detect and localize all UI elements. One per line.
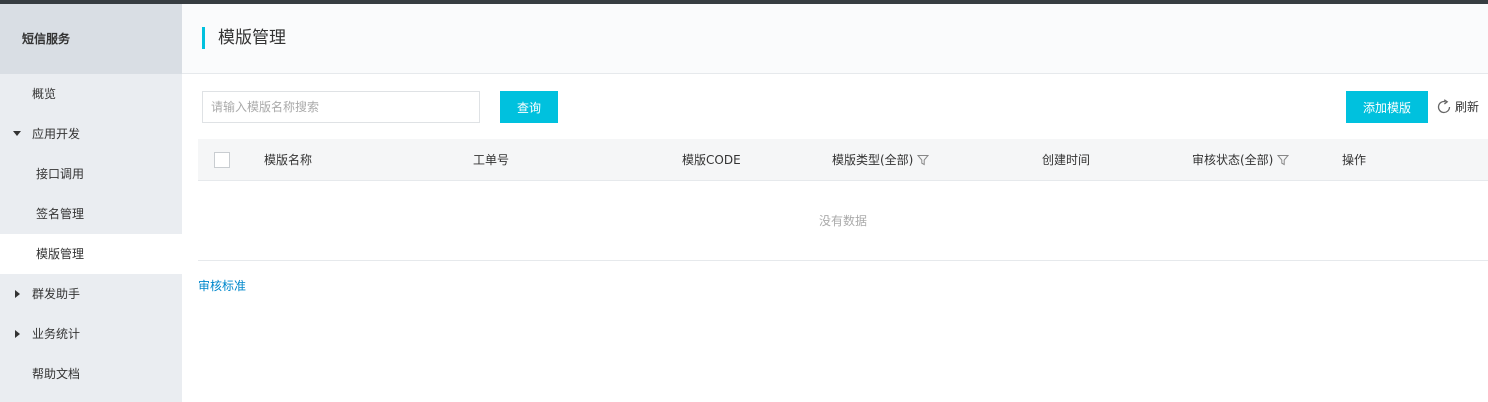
sidebar-item-bulk-send[interactable]: 群发助手 (0, 274, 182, 314)
sidebar-item-template[interactable]: 模版管理 (0, 234, 182, 274)
add-template-button[interactable]: 添加模版 (1346, 91, 1428, 123)
audit-standard-link[interactable]: 审核标准 (198, 277, 246, 294)
sidebar-item-api-call[interactable]: 接口调用 (0, 154, 182, 194)
main-content: 模版管理 查询 添加模版 刷新 模版名称 工单号 模版CODE 模版类型(全部)… (182, 4, 1488, 402)
sidebar-item-label: 概览 (32, 87, 57, 101)
search-input[interactable] (202, 91, 480, 123)
sidebar-item-label: 帮助文档 (32, 367, 81, 381)
sidebar-item-label: 模版管理 (36, 247, 85, 261)
caret-down-icon (13, 114, 23, 154)
column-template-type[interactable]: 模版类型(全部) (832, 139, 930, 181)
filter-icon[interactable] (1277, 154, 1290, 166)
sidebar-item-overview[interactable]: 概览 (0, 74, 182, 114)
caret-right-icon (13, 314, 23, 354)
page-title: 模版管理 (218, 28, 286, 48)
column-ticket-no: 工单号 (473, 153, 510, 167)
column-audit-status[interactable]: 审核状态(全部) (1192, 139, 1290, 181)
refresh-label: 刷新 (1455, 100, 1480, 114)
query-button[interactable]: 查询 (500, 91, 558, 123)
sidebar-item-help-docs[interactable]: 帮助文档 (0, 354, 182, 394)
refresh-icon (1437, 99, 1451, 114)
filter-icon[interactable] (917, 154, 930, 166)
page-header: 模版管理 (182, 4, 1488, 74)
column-template-name: 模版名称 (264, 153, 313, 167)
column-template-code: 模版CODE (682, 153, 741, 167)
sidebar-item-label: 应用开发 (32, 127, 81, 141)
caret-right-icon (13, 274, 23, 314)
sidebar-item-label: 接口调用 (36, 167, 85, 181)
sidebar: 短信服务 概览 应用开发 接口调用 签名管理 模版管理 群发助手 业务统计 帮助… (0, 4, 182, 402)
sidebar-item-app-dev[interactable]: 应用开发 (0, 114, 182, 154)
sidebar-item-label: 群发助手 (32, 287, 81, 301)
sidebar-item-label: 签名管理 (36, 207, 85, 221)
empty-state: 没有数据 (198, 181, 1488, 261)
title-accent-bar (202, 27, 205, 49)
refresh-button[interactable]: 刷新 (1436, 96, 1479, 118)
sidebar-item-statistics[interactable]: 业务统计 (0, 314, 182, 354)
sidebar-title: 短信服务 (0, 4, 182, 74)
column-created-time: 创建时间 (1042, 153, 1091, 167)
column-actions: 操作 (1342, 153, 1367, 167)
sidebar-item-label: 业务统计 (32, 327, 81, 341)
table-header: 模版名称 工单号 模版CODE 模版类型(全部) 创建时间 审核状态(全部) 操… (198, 139, 1488, 181)
sidebar-item-signature[interactable]: 签名管理 (0, 194, 182, 234)
select-all-checkbox[interactable] (214, 152, 230, 168)
